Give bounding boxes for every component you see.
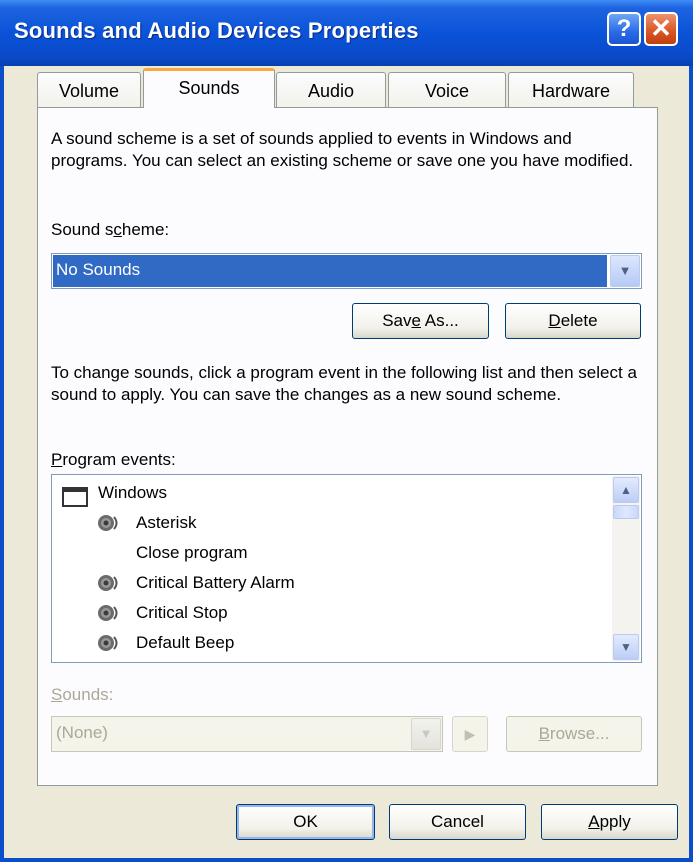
tab-label: Voice [424, 81, 470, 101]
tab-sounds[interactable]: Sounds [143, 68, 275, 108]
close-button[interactable]: ✕ [644, 12, 678, 46]
cancel-button[interactable]: Cancel [389, 804, 526, 840]
speaker-icon [98, 515, 118, 531]
sound-scheme-dropdown[interactable]: No Sounds ▼ [51, 253, 642, 289]
list-item[interactable]: Windows [52, 478, 612, 508]
list-item[interactable]: Asterisk [52, 508, 612, 538]
speaker-icon [98, 605, 118, 621]
tab-label: Sounds [178, 78, 240, 98]
sound-scheme-value: No Sounds [56, 260, 141, 279]
scroll-thumb[interactable] [613, 505, 639, 519]
browse-button[interactable]: Browse... [506, 716, 642, 752]
event-label: Critical Stop [136, 603, 228, 622]
event-label: Asterisk [136, 513, 197, 532]
event-label: Close program [136, 543, 248, 562]
scroll-down-icon[interactable]: ▼ [613, 634, 639, 660]
scheme-description: A sound scheme is a set of sounds applie… [51, 129, 634, 170]
event-label: Critical Battery Alarm [136, 573, 295, 592]
speaker-icon [98, 635, 118, 651]
tab-label: Hardware [531, 81, 611, 101]
tab-volume[interactable]: Volume [37, 72, 141, 108]
title-bar[interactable]: Sounds and Audio Devices Properties ? ✕ [0, 0, 693, 66]
tab-hardware[interactable]: Hardware [508, 72, 634, 108]
list-item[interactable]: Close program [52, 538, 612, 568]
chevron-down-icon[interactable]: ▼ [411, 718, 441, 750]
sounds-value: (None) [56, 723, 108, 742]
sounds-label: Sounds: [51, 685, 114, 704]
chevron-down-icon[interactable]: ▼ [610, 255, 640, 287]
ok-button[interactable]: OK [236, 804, 375, 840]
tab-label: Volume [58, 81, 120, 101]
delete-button[interactable]: Delete [505, 303, 641, 339]
apply-button[interactable]: Apply [541, 804, 678, 840]
window-icon [62, 487, 88, 507]
program-events-list[interactable]: Windows Asterisk Close program Critical … [51, 474, 642, 663]
list-item[interactable]: Default Beep [52, 628, 612, 658]
sounds-dropdown[interactable]: (None) ▼ [51, 716, 443, 752]
save-as-button[interactable]: Save As... [352, 303, 489, 339]
program-events-label: Program events: [51, 450, 176, 469]
sound-scheme-label: Sound scheme: [51, 220, 170, 239]
speaker-icon [98, 575, 118, 591]
events-description: To change sounds, click a program event … [51, 363, 637, 404]
list-item[interactable]: Critical Battery Alarm [52, 568, 612, 598]
events-scrollbar[interactable]: ▲ ▼ [612, 476, 640, 661]
window-title: Sounds and Audio Devices Properties [14, 18, 419, 43]
event-label: Default Beep [136, 633, 235, 652]
event-label: Windows [98, 483, 167, 502]
tab-audio[interactable]: Audio [276, 72, 386, 108]
tab-voice[interactable]: Voice [388, 72, 506, 108]
scroll-up-icon[interactable]: ▲ [613, 477, 639, 503]
help-button[interactable]: ? [607, 12, 641, 46]
list-item[interactable]: Critical Stop [52, 598, 612, 628]
play-icon[interactable]: ▶ [452, 716, 488, 752]
sounds-tab-panel [37, 107, 658, 786]
tab-label: Audio [307, 81, 355, 101]
